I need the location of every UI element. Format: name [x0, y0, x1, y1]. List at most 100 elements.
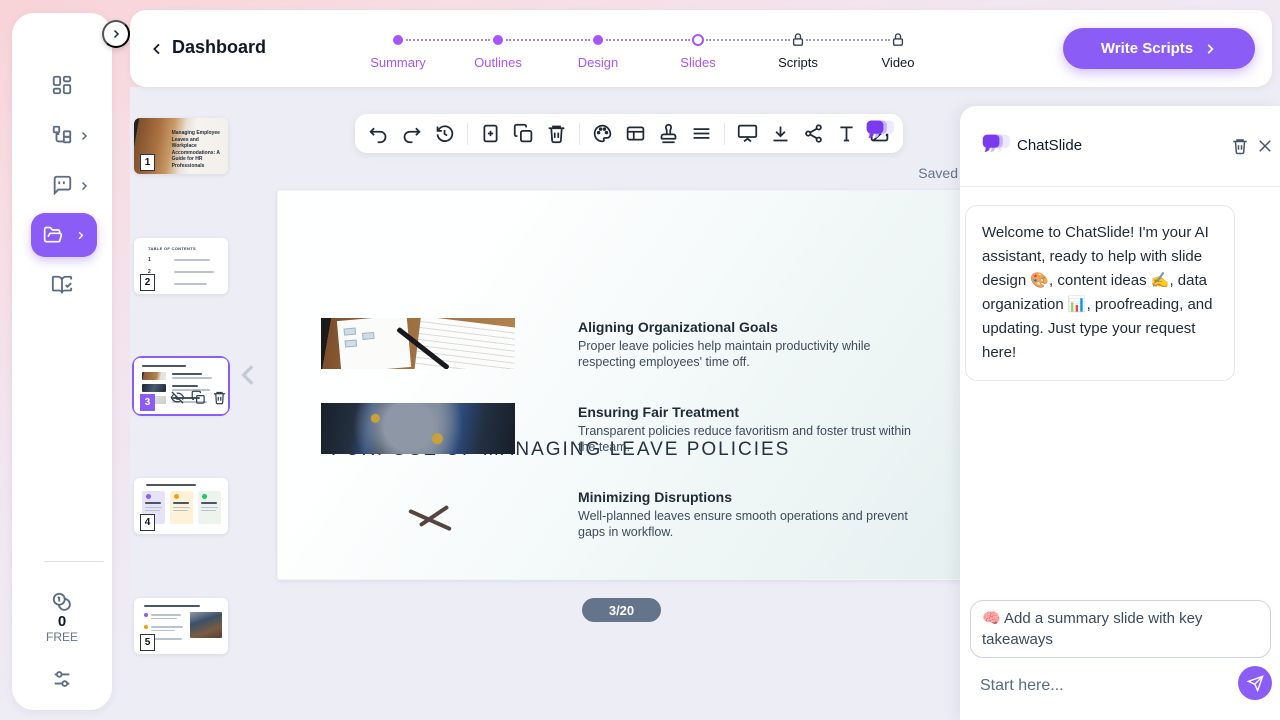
- slide-thumbnail-4[interactable]: 4: [134, 478, 228, 534]
- toolbar-divider: [724, 123, 725, 145]
- add-page-icon[interactable]: [480, 123, 501, 144]
- slide-canvas[interactable]: PURPOSE OF MANAGING LEAVE POLICIES Align…: [277, 190, 963, 580]
- slide-thumbnail-2[interactable]: TABLE OF CONTENTS 1 2 3 2: [134, 238, 228, 294]
- slide-image-goals[interactable]: [321, 318, 515, 369]
- chevron-right-icon[interactable]: [78, 180, 90, 192]
- chat-input[interactable]: [972, 666, 1202, 706]
- step-label-video[interactable]: Video: [881, 55, 914, 70]
- dashboard-grid-icon[interactable]: [50, 73, 74, 97]
- layout-icon[interactable]: [625, 123, 646, 144]
- slide-item-body: Well-planned leaves ensure smooth operat…: [578, 509, 918, 540]
- lock-icon: [791, 32, 806, 47]
- stepper-connector: [506, 39, 590, 41]
- top-header: Dashboard Summary Outlines Design Slides…: [130, 10, 1272, 87]
- lock-icon: [891, 32, 906, 47]
- delete-page-icon[interactable]: [546, 123, 567, 144]
- history-icon[interactable]: [434, 123, 455, 144]
- slide-item-body: Proper leave policies help maintain prod…: [578, 339, 918, 370]
- chevron-right-icon: [1203, 42, 1217, 56]
- stepper-connector: [406, 39, 490, 41]
- toc-heading: TABLE OF CONTENTS: [148, 246, 196, 251]
- chat-panel-title: ChatSlide: [1017, 137, 1082, 154]
- step-dot-summary[interactable]: [393, 35, 403, 45]
- step-label-outlines[interactable]: Outlines: [474, 55, 522, 70]
- folder-open-icon: [43, 225, 63, 245]
- sidebar: 0 FREE: [12, 13, 112, 710]
- toc-number: 1: [148, 257, 151, 263]
- step-dot-slides-current[interactable]: [692, 34, 704, 46]
- assistant-welcome-message: Welcome to ChatSlide! I'm your AI assist…: [965, 205, 1235, 381]
- toolbar-divider: [579, 123, 580, 145]
- slide-thumbnail-1[interactable]: Managing Employee Leaves and Workplace A…: [134, 118, 228, 174]
- export-download-icon[interactable]: [770, 123, 791, 144]
- chat-header-divider: [960, 186, 1280, 187]
- step-label-design[interactable]: Design: [578, 55, 618, 70]
- brand-stamp-icon[interactable]: [658, 123, 679, 144]
- paper-plane-icon: [1247, 675, 1264, 692]
- duplicate-page-icon[interactable]: [513, 123, 534, 144]
- slide-item-body: Transparent policies reduce favoritism a…: [578, 424, 918, 455]
- share-icon[interactable]: [803, 123, 824, 144]
- slide-thumbnail-3-selected[interactable]: 3: [134, 358, 228, 414]
- send-button[interactable]: [1238, 666, 1272, 700]
- library-book-icon[interactable]: [50, 273, 74, 297]
- step-label-scripts[interactable]: Scripts: [778, 55, 818, 70]
- slide-item-heading: Aligning Organizational Goals: [578, 319, 918, 335]
- clear-chat-trash-icon[interactable]: [1231, 137, 1249, 155]
- stepper-connector: [606, 39, 690, 41]
- save-status: Saved: [900, 165, 958, 181]
- thumbnail-scroll-left-chevron[interactable]: [236, 358, 262, 392]
- undo-icon[interactable]: [368, 123, 389, 144]
- slide-image-armor[interactable]: [321, 403, 515, 454]
- thumbnail-number-badge: 3: [140, 394, 155, 411]
- thumbnail-number-badge: 5: [140, 634, 155, 651]
- write-scripts-label: Write Scripts: [1101, 40, 1193, 57]
- sidebar-divider: [44, 561, 104, 562]
- chevron-right-icon[interactable]: [78, 130, 90, 142]
- theme-palette-icon[interactable]: [592, 123, 613, 144]
- credits-tier-label: FREE: [12, 630, 112, 644]
- sidebar-expand-button[interactable]: [102, 20, 130, 48]
- chatslide-assistant-toggle[interactable]: [864, 117, 894, 147]
- stepper-connector: [706, 39, 790, 41]
- toolbar-divider: [467, 123, 468, 145]
- duplicate-slide-icon[interactable]: [191, 390, 206, 405]
- present-icon[interactable]: [737, 123, 758, 144]
- comments-icon[interactable]: [50, 173, 74, 197]
- slide-text-block[interactable]: Ensuring Fair Treatment Transparent poli…: [578, 404, 918, 455]
- step-label-slides[interactable]: Slides: [680, 55, 715, 70]
- step-label-summary[interactable]: Summary: [370, 55, 426, 70]
- slide-thumbnail-5[interactable]: 5: [134, 598, 228, 654]
- add-text-icon[interactable]: [836, 123, 857, 144]
- slide-item-heading: Minimizing Disruptions: [578, 489, 918, 505]
- preferences-sliders-icon[interactable]: [50, 667, 74, 691]
- chevron-left-icon: [149, 41, 165, 57]
- stepper-connector: [806, 39, 890, 41]
- slide-text-block[interactable]: Aligning Organizational Goals Proper lea…: [578, 319, 918, 370]
- outline-tree-icon[interactable]: [50, 123, 74, 147]
- write-scripts-button[interactable]: Write Scripts: [1063, 28, 1255, 69]
- credits-amount: 0: [12, 613, 112, 630]
- hide-slide-eye-off-icon[interactable]: [170, 390, 185, 405]
- chatslide-logo-icon: [980, 132, 1010, 160]
- chat-header: ChatSlide: [960, 106, 1280, 186]
- page-title: Dashboard: [172, 37, 266, 58]
- sidebar-item-projects-active[interactable]: [31, 213, 97, 257]
- chevron-right-icon: [75, 230, 86, 241]
- step-dot-outlines[interactable]: [493, 35, 503, 45]
- page-indicator: 3/20: [582, 598, 661, 622]
- credits-coins-icon[interactable]: [50, 590, 74, 614]
- thumbnail-title-text: Managing Employee Leaves and Workplace A…: [172, 130, 225, 169]
- editor-toolbar: [355, 114, 903, 153]
- align-text-icon[interactable]: [691, 123, 712, 144]
- slide-image-drone[interactable]: [321, 488, 515, 539]
- slide-text-block[interactable]: Minimizing Disruptions Well-planned leav…: [578, 489, 918, 540]
- delete-slide-icon[interactable]: [212, 390, 227, 405]
- step-dot-design[interactable]: [593, 35, 603, 45]
- thumbnail-number-badge: 1: [140, 154, 155, 171]
- redo-icon[interactable]: [401, 123, 422, 144]
- thumbnail-number-badge: 4: [140, 514, 155, 531]
- suggestion-chip[interactable]: 🧠 Add a summary slide with key takeaways: [970, 600, 1271, 658]
- back-button[interactable]: [144, 36, 170, 62]
- close-panel-icon[interactable]: [1256, 137, 1274, 155]
